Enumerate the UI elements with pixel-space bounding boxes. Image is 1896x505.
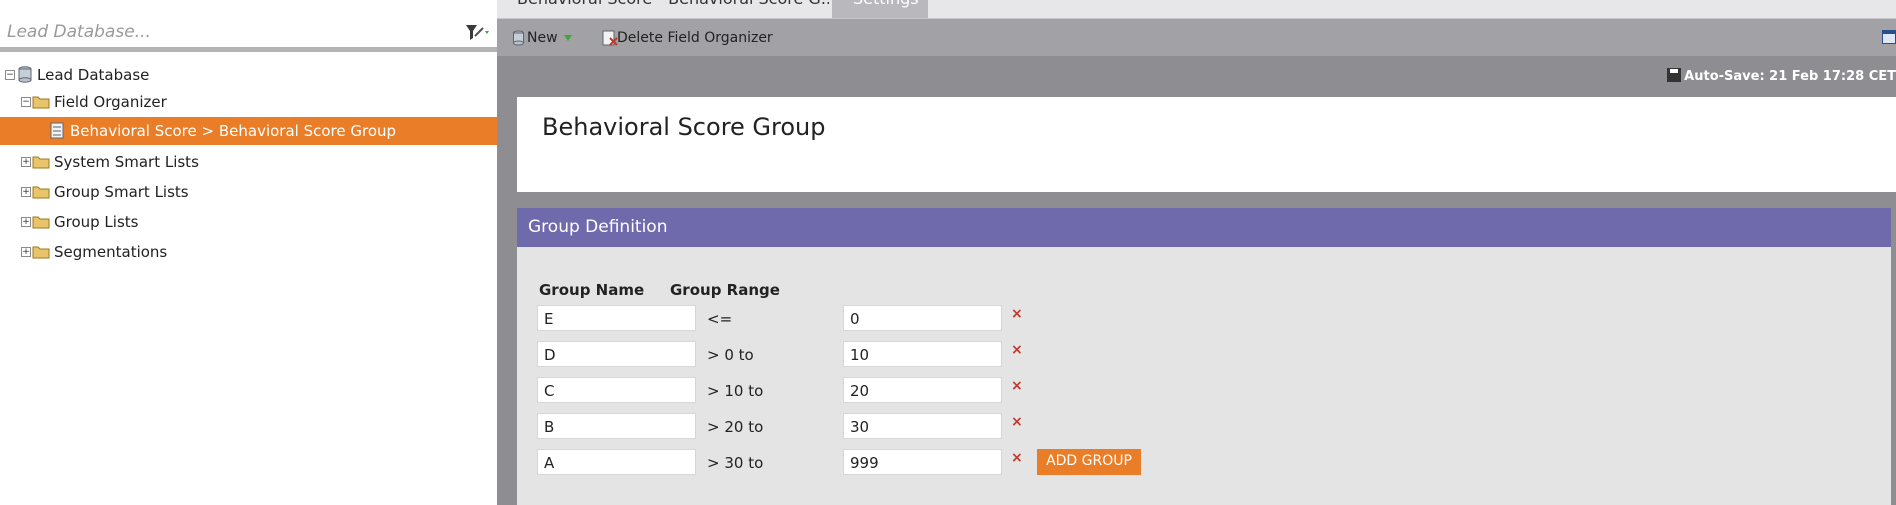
search-input[interactable]: Lead Database...: [7, 22, 151, 42]
delete-field-organizer-button[interactable]: Delete Field Organizer: [602, 28, 773, 50]
group-name-input[interactable]: A: [537, 449, 696, 475]
autosave-status: Auto-Save: 21 Feb 17:28 CET: [1667, 68, 1896, 84]
range-operator: <=: [707, 310, 733, 328]
tab-behavioral-score[interactable]: Behavioral Score - Behavioral Score G...: [497, 0, 829, 18]
folder-icon: [32, 156, 50, 169]
expand-icon[interactable]: +: [21, 187, 31, 197]
workspace: Behavioral Score - Behavioral Score G...…: [497, 0, 1896, 505]
tree-item-label: Behavioral Score > Behavioral Score Grou…: [70, 122, 397, 140]
range-value-input[interactable]: 20: [843, 377, 1002, 403]
delete-row-icon[interactable]: ×: [1011, 342, 1023, 358]
group-name-input[interactable]: B: [537, 413, 696, 439]
folder-icon: [32, 186, 50, 199]
range-operator: > 20 to: [707, 418, 764, 436]
range-value-input[interactable]: 999: [843, 449, 1002, 475]
tree-item-label: Group Lists: [54, 213, 139, 231]
expand-icon[interactable]: +: [21, 157, 31, 167]
field-icon: [50, 122, 64, 139]
new-button-label: New: [527, 30, 558, 46]
chevron-down-icon: [564, 35, 572, 41]
group-name-input[interactable]: E: [537, 305, 696, 331]
range-operator: > 30 to: [707, 454, 764, 472]
group-definition-title: Group Definition: [528, 217, 668, 237]
delete-button-label: Delete Field Organizer: [617, 30, 773, 46]
delete-row-icon[interactable]: ×: [1011, 450, 1023, 466]
group-row: B > 20 to 30 ×: [517, 413, 1891, 439]
tree-item-group-lists[interactable]: + Group Lists: [0, 208, 497, 236]
toolbar: New Delete Field Organizer: [497, 18, 1896, 56]
tree-item-behavioral-score-group[interactable]: Behavioral Score > Behavioral Score Grou…: [0, 117, 497, 145]
collapse-icon[interactable]: −: [21, 97, 31, 107]
group-name-input[interactable]: D: [537, 341, 696, 367]
tree-item-lead-database[interactable]: − Lead Database: [0, 61, 497, 89]
collapse-icon[interactable]: −: [5, 70, 15, 80]
group-row: D > 0 to 10 ×: [517, 341, 1891, 367]
tree-item-label: System Smart Lists: [54, 153, 199, 171]
content-area: Auto-Save: 21 Feb 17:28 CET Behavioral S…: [497, 56, 1896, 505]
tree-item-group-smart-lists[interactable]: + Group Smart Lists: [0, 178, 497, 206]
tree-item-label: Field Organizer: [54, 93, 167, 111]
group-name-heading: Group Name: [539, 281, 645, 299]
range-value-input[interactable]: 0: [843, 305, 1002, 331]
tab-label: Settings: [853, 0, 919, 8]
expand-icon[interactable]: +: [21, 247, 31, 257]
expand-icon[interactable]: +: [21, 217, 31, 227]
group-definition-panel: Group Definition Group Name Group Range …: [517, 208, 1891, 505]
app-root: Lead Database... − Lead Database − Field…: [0, 0, 1896, 505]
range-operator: > 0 to: [707, 346, 754, 364]
group-row: C > 10 to 20 ×: [517, 377, 1891, 403]
group-row: E <= 0 ×: [517, 305, 1891, 331]
folder-icon: [32, 96, 50, 109]
range-value-input[interactable]: 30: [843, 413, 1002, 439]
delete-row-icon[interactable]: ×: [1011, 378, 1023, 394]
save-icon: [1667, 68, 1682, 82]
search-bar[interactable]: Lead Database...: [0, 0, 497, 52]
new-button[interactable]: New: [512, 28, 574, 50]
tab-label: Behavioral Score - Behavioral Score G...: [517, 0, 829, 8]
tree-item-label: Group Smart Lists: [54, 183, 189, 201]
group-definition-header: Group Definition: [517, 208, 1891, 247]
filter-icon[interactable]: [463, 22, 493, 44]
tree-item-label: Lead Database: [37, 66, 150, 84]
group-name-input[interactable]: C: [537, 377, 696, 403]
range-operator: > 10 to: [707, 382, 764, 400]
folder-icon: [32, 216, 50, 229]
range-value-input[interactable]: 10: [843, 341, 1002, 367]
title-card: Behavioral Score Group: [517, 97, 1896, 192]
database-icon: [513, 30, 524, 46]
group-row: A > 30 to 999 × ADD GROUP: [517, 449, 1891, 475]
delete-row-icon[interactable]: ×: [1011, 306, 1023, 322]
add-group-button[interactable]: ADD GROUP: [1037, 449, 1141, 475]
page-title: Behavioral Score Group: [542, 113, 826, 141]
delete-row-icon[interactable]: ×: [1011, 414, 1023, 430]
tree-item-system-smart-lists[interactable]: + System Smart Lists: [0, 148, 497, 176]
tree-item-label: Segmentations: [54, 243, 168, 261]
tab-settings[interactable]: Settings: [832, 0, 928, 18]
tree-item-segmentations[interactable]: + Segmentations: [0, 238, 497, 266]
autosave-text: Auto-Save: 21 Feb 17:28 CET: [1684, 69, 1896, 84]
group-range-heading: Group Range: [670, 281, 780, 299]
left-panel: Lead Database... − Lead Database − Field…: [0, 0, 497, 505]
window-icon[interactable]: [1882, 30, 1896, 44]
tree-item-field-organizer[interactable]: − Field Organizer: [0, 88, 497, 116]
database-icon: [18, 66, 32, 83]
delete-icon: [602, 30, 618, 46]
tab-bar: Behavioral Score - Behavioral Score G...…: [497, 0, 1896, 18]
folder-icon: [32, 246, 50, 259]
